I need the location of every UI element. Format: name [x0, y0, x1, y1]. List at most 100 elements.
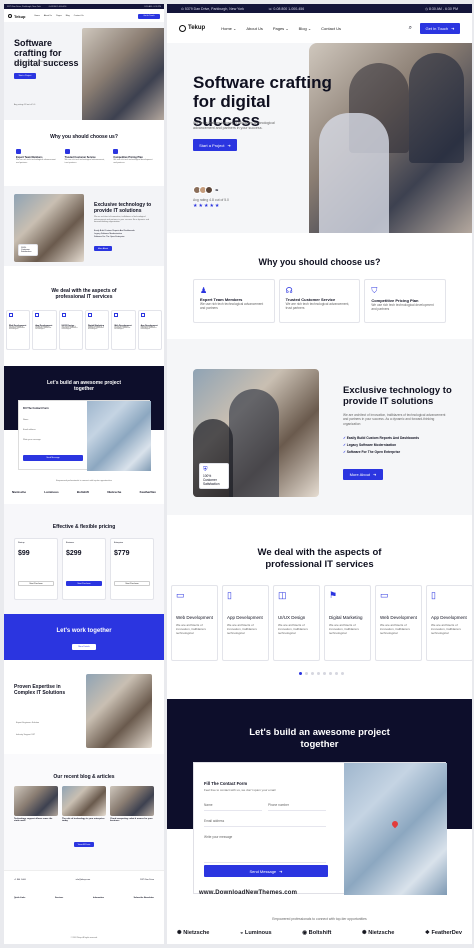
right-choose-section: Why you should choose us? ♟ Expert Team … — [167, 233, 472, 339]
left-plan-name: Business — [66, 542, 75, 544]
left-hero-image — [82, 28, 164, 120]
left-topbar: 5379 Dan Drive, Parkburgh, New York 0-08… — [4, 4, 164, 9]
carousel-dot[interactable] — [317, 672, 320, 675]
left-expertise-item: Industry Support 24/7 — [16, 734, 36, 736]
left-work-button[interactable]: More Details — [72, 644, 96, 650]
left-nav-home[interactable]: Home — [34, 15, 39, 17]
left-plan-button[interactable]: Start Purchase — [66, 581, 102, 586]
carousel-dot[interactable] — [305, 672, 308, 675]
right-service-text: We are architects of innovation, trailbl… — [380, 622, 410, 635]
left-blog-card-title[interactable]: The role of technology in your enterpris… — [62, 818, 106, 822]
right-service-card[interactable]: ⚑ Digital Marketing We are architects of… — [324, 585, 371, 661]
right-nav-blog[interactable]: Blog ⌄ — [299, 26, 312, 31]
right-service-title: App Development — [431, 615, 467, 620]
right-service-card[interactable]: ▯ App Development We are architects of i… — [222, 585, 269, 661]
left-nav-contact[interactable]: Contact Us — [74, 15, 84, 17]
right-bullet: ✓ Software For The Open Enterprise — [343, 449, 419, 456]
left-blog-view-all-button[interactable]: View All Posts — [74, 842, 94, 847]
right-nav-contact[interactable]: Contact Us — [321, 26, 341, 31]
left-blog-card[interactable]: Cloud computing: what it means for your … — [110, 786, 154, 822]
right-more-about-label: More About — [349, 472, 371, 477]
right-service-card[interactable]: ▯ App Development We are architects of i… — [426, 585, 472, 661]
right-form-phone-field[interactable]: Phone number — [268, 803, 326, 811]
right-form-title: Fill The Contact Form — [204, 781, 248, 786]
left-feature-team-icon — [16, 149, 21, 154]
right-bullet-text: Legacy Software Modernization — [346, 443, 397, 447]
right-service-title: Web Development — [380, 615, 417, 620]
arrow-right-icon: ➜ — [279, 868, 283, 874]
carousel-dot-active[interactable] — [299, 672, 302, 675]
left-map[interactable] — [87, 401, 151, 471]
left-nav-blog[interactable]: Blog — [66, 15, 70, 17]
left-expertise-title: Proven Expertise in Complex IT Solutions — [14, 684, 66, 696]
left-service-card[interactable]: UI/UX Design We are architects of innovat… — [58, 310, 83, 350]
left-service-card[interactable]: App Development We are architects of inno… — [32, 310, 57, 350]
carousel-dot[interactable] — [311, 672, 314, 675]
right-logo[interactable]: Tekup — [179, 24, 205, 32]
carousel-dot[interactable] — [335, 672, 338, 675]
left-plan-button[interactable]: Start Purchase — [18, 581, 54, 586]
left-expertise-section: Proven Expertise in Complex IT Solutions… — [4, 660, 164, 754]
left-pricing-title: Effective & flexible pricing — [52, 524, 116, 530]
left-logo[interactable]: Tekup — [8, 14, 25, 19]
left-service-card[interactable]: Digital Marketing We are architects of in… — [84, 310, 110, 350]
right-nav-pages[interactable]: Pages ⌄ — [273, 26, 289, 31]
right-nav-home[interactable]: Home ⌄ — [221, 26, 236, 31]
left-nav-pages[interactable]: Pages — [56, 15, 62, 17]
right-service-text: We are architects of innovation, trailbl… — [329, 622, 359, 635]
right-form-submit-button[interactable]: Send Message ➜ — [204, 865, 328, 877]
left-blog-card-title[interactable]: Technology support allows erase the stat… — [14, 818, 58, 822]
right-nav-blog-label: Blog — [298, 25, 307, 31]
right-service-card[interactable]: ▭ Web Development We are architects of i… — [375, 585, 422, 661]
left-get-in-touch-button[interactable]: Get In Touch — [138, 13, 160, 19]
left-feature-pricing-icon — [113, 149, 119, 154]
right-services-title: We deal with the aspects of professional… — [257, 547, 382, 570]
right-feature-card: ♟ Expert Team Members We use rich tech t… — [193, 279, 275, 323]
right-hero-image-shade — [409, 53, 464, 163]
right-more-about-button[interactable]: More About ➜ — [343, 469, 383, 480]
left-blog-card[interactable]: The role of technology in your enterpris… — [62, 786, 106, 822]
left-form-submit-button[interactable]: Send Message — [23, 455, 83, 461]
carousel-dot[interactable] — [329, 672, 332, 675]
carousel-dot[interactable] — [341, 672, 344, 675]
left-service-card[interactable]: Web Development We are architects of inno… — [6, 310, 31, 350]
right-map[interactable] — [344, 763, 447, 895]
left-service-card[interactable]: App Development We are architects of inno… — [137, 310, 162, 350]
carousel-dot[interactable] — [323, 672, 326, 675]
left-choose-section: Why you should choose us? Expert Team Me… — [4, 122, 164, 186]
search-icon[interactable]: ⌕ — [409, 25, 412, 32]
right-service-card[interactable]: ▭ Web Development We are architects of i… — [171, 585, 218, 661]
right-partner-name: Nietzsche — [368, 930, 395, 936]
chevron-down-icon: ⌄ — [285, 25, 289, 31]
right-form-message-field[interactable]: Write your message — [204, 835, 326, 863]
right-get-in-touch-button[interactable]: Get In Touch ➜ — [420, 22, 460, 34]
left-pricing-plans: Startup $99 Start Purchase Business $299… — [14, 538, 154, 600]
left-blog-card[interactable]: Technology support allows erase the stat… — [14, 786, 58, 822]
right-nav-about[interactable]: About Us — [246, 26, 262, 31]
right-form-name-field[interactable]: Name — [204, 803, 262, 811]
right-services-section: We deal with the aspects of professional… — [167, 515, 472, 699]
left-service-card[interactable]: Web Development We are architects of inno… — [111, 310, 136, 350]
left-feature-card: Expert Team Members We use rich tech tec… — [16, 149, 59, 164]
left-blog-card-title[interactable]: Cloud computing: what it means for your … — [110, 818, 154, 822]
left-nav-about[interactable]: About Us — [44, 15, 52, 17]
right-feature-card: ☊ Trusted Customer Service We are rich t… — [278, 279, 361, 323]
left-service-marketing-icon — [87, 313, 92, 317]
headset-icon: ☊ — [285, 286, 293, 295]
left-pricing-section: Effective & flexible pricing Startup $99… — [4, 504, 164, 614]
right-service-card[interactable]: ◫ UI/UX Design We are architects of inno… — [273, 585, 320, 661]
chevron-down-icon: ⌄ — [233, 25, 237, 31]
left-footer-col: Subscribe Newsletter — [133, 897, 154, 899]
left-more-about-button[interactable]: More About — [94, 246, 112, 251]
left-topbar-hours: 8:30 AM - 6:30 PM — [144, 5, 161, 8]
left-hero-start-button[interactable]: Start a Project — [14, 73, 36, 79]
left-footer-col: Services — [55, 897, 64, 899]
right-bullet-text: Easily Build Custom Reports And Dashboar… — [346, 436, 420, 440]
left-form-message-field[interactable]: Write your message — [23, 439, 41, 441]
right-hero-start-button[interactable]: Start a Project ➜ — [193, 139, 237, 151]
right-form-email-field[interactable]: Email address — [204, 819, 326, 827]
left-form-email-field[interactable]: Email address — [23, 429, 36, 431]
left-form-name-field[interactable]: Name — [23, 419, 28, 421]
left-header: Tekup Home About Us Pages Blog Contact U… — [4, 10, 164, 22]
left-plan-button[interactable]: Start Purchase — [114, 581, 150, 586]
